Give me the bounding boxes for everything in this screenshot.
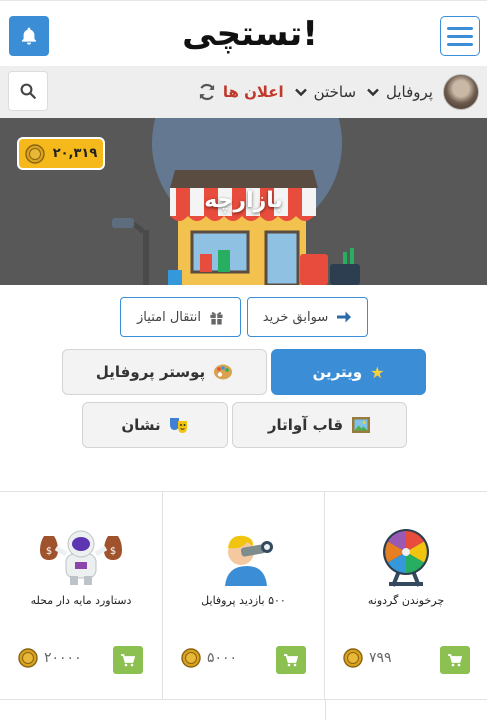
refresh-icon — [199, 83, 215, 101]
fortune-wheel-icon — [383, 529, 429, 587]
chevron-down-icon — [367, 88, 379, 97]
svg-text:$: $ — [46, 546, 52, 557]
purchase-history-button[interactable]: سوابق خرید — [247, 297, 368, 337]
tab-showcase[interactable]: ★ ویترین — [271, 349, 426, 395]
tab-badge-label: نشان — [121, 416, 161, 434]
product-card[interactable]: ۵۰۰ بازدید پروفایل ۵۰۰۰ — [163, 492, 325, 700]
theater-masks-icon — [169, 418, 187, 433]
product-price: ۷۹۹ — [343, 648, 392, 668]
product-grid: چرخوندن گردونه ۷۹۹ ۵۰۰ بازدید پروفایل ۵۰… — [0, 491, 487, 720]
product-name: دستاورد مایه دار محله — [30, 594, 132, 607]
grid-divider — [325, 700, 326, 720]
add-to-cart-button[interactable] — [113, 646, 143, 674]
tab-profile-poster-label: پوستر پروفایل — [95, 363, 206, 381]
bell-icon — [21, 27, 37, 45]
chevron-down-icon — [294, 88, 307, 97]
search-button[interactable] — [8, 71, 48, 111]
purchase-history-label: سوابق خرید — [262, 309, 329, 325]
coin-icon — [181, 648, 201, 668]
transfer-points-button[interactable]: انتقال امتیاز — [120, 297, 241, 337]
product-price-value: ۷۹۹ — [369, 650, 392, 666]
hamburger-menu-button[interactable] — [440, 16, 480, 56]
nav-profile-label: پروفایل — [386, 83, 433, 101]
product-card[interactable]: $ $ دستاورد مایه دار محله ۲۰۰۰۰ — [0, 492, 163, 700]
top-header: تستچی! — [0, 0, 487, 66]
coin-balance-badge: ۲۰,۳۱۹ — [17, 137, 105, 170]
nav-build-label: ساختن — [313, 83, 357, 101]
page-title: بازارچه — [204, 188, 283, 213]
cart-icon — [284, 653, 298, 666]
coin-icon — [343, 648, 363, 668]
nav-notifications-label: اعلان ها — [222, 83, 284, 101]
gift-icon — [210, 311, 223, 325]
star-icon: ★ — [370, 362, 385, 382]
telescope-boy-icon — [225, 535, 273, 586]
arrow-right-icon — [337, 311, 352, 323]
tab-showcase-label: ویترین — [312, 363, 363, 381]
cart-icon — [121, 653, 135, 666]
product-name: چرخوندن گردونه — [367, 594, 445, 607]
coin-icon — [24, 143, 45, 164]
cart-icon — [448, 653, 462, 666]
palette-icon — [214, 364, 233, 380]
transfer-points-label: انتقال امتیاز — [137, 309, 201, 325]
astronaut-moneybags-icon: $ $ — [40, 530, 122, 585]
nav-profile[interactable]: پروفایل — [366, 83, 433, 101]
product-name: ۵۰۰ بازدید پروفایل — [201, 594, 286, 607]
nav-build[interactable]: ساختن — [294, 83, 356, 101]
nav-bar: پروفایل ساختن اعلان ها — [0, 66, 487, 118]
add-to-cart-button[interactable] — [276, 646, 306, 674]
avatar[interactable] — [443, 74, 479, 110]
menu-line — [447, 26, 473, 30]
search-icon — [20, 83, 36, 99]
market-hero-banner: ۲۰,۳۱۹ بازارچه — [0, 118, 487, 285]
coin-balance-value: ۲۰,۳۱۹ — [52, 146, 98, 161]
product-card[interactable]: چرخوندن گردونه ۷۹۹ — [325, 492, 487, 700]
notifications-button[interactable] — [9, 16, 49, 56]
menu-line — [447, 34, 473, 38]
nav-notifications[interactable]: اعلان ها — [223, 83, 284, 101]
framed-picture-icon — [352, 417, 371, 433]
product-price: ۵۰۰۰ — [181, 648, 237, 668]
site-logo[interactable]: تستچی! — [182, 13, 319, 55]
tab-profile-poster[interactable]: پوستر پروفایل — [62, 349, 267, 395]
product-price: ۲۰۰۰۰ — [18, 648, 82, 668]
product-price-value: ۵۰۰۰ — [207, 650, 238, 666]
svg-text:$: $ — [110, 546, 116, 557]
menu-line — [447, 42, 473, 46]
add-to-cart-button[interactable] — [440, 646, 470, 674]
coin-icon — [18, 648, 38, 668]
product-price-value: ۲۰۰۰۰ — [44, 650, 82, 666]
tab-avatar-frame[interactable]: قاب آواتار — [232, 402, 407, 448]
refresh-button[interactable] — [197, 82, 217, 102]
tab-badge[interactable]: نشان — [82, 402, 228, 448]
tab-avatar-frame-label: قاب آواتار — [267, 416, 344, 434]
